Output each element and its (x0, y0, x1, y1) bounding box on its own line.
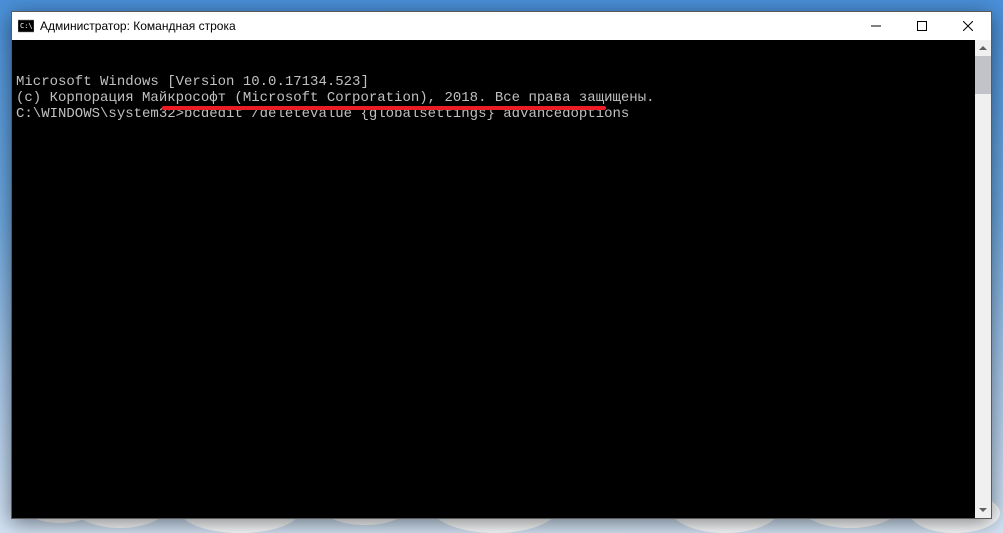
window-controls (853, 12, 991, 40)
terminal-prompt: C:\WINDOWS\system32> (16, 106, 184, 122)
terminal-output-line: (c) Корпорация Майкрософт (Microsoft Cor… (16, 90, 971, 106)
scrollbar-down-arrow[interactable] (975, 502, 991, 518)
minimize-button[interactable] (853, 12, 899, 40)
titlebar[interactable]: C:\ Администратор: Командная строка (12, 12, 991, 40)
terminal-output-line: Microsoft Windows [Version 10.0.17134.52… (16, 74, 971, 90)
scrollbar-thumb[interactable] (975, 56, 991, 94)
terminal-content[interactable]: Microsoft Windows [Version 10.0.17134.52… (12, 40, 975, 518)
scrollbar-up-arrow[interactable] (975, 40, 991, 56)
svg-text:C:\: C:\ (20, 22, 33, 30)
command-prompt-window: C:\ Администратор: Командная строка Micr… (11, 11, 992, 519)
window-title: Администратор: Командная строка (40, 19, 853, 33)
scrollbar-track[interactable] (975, 56, 991, 502)
annotation-underline (162, 106, 606, 110)
vertical-scrollbar[interactable] (975, 40, 991, 518)
maximize-button[interactable] (899, 12, 945, 40)
cmd-icon: C:\ (18, 18, 34, 34)
close-button[interactable] (945, 12, 991, 40)
terminal-area: Microsoft Windows [Version 10.0.17134.52… (12, 40, 991, 518)
